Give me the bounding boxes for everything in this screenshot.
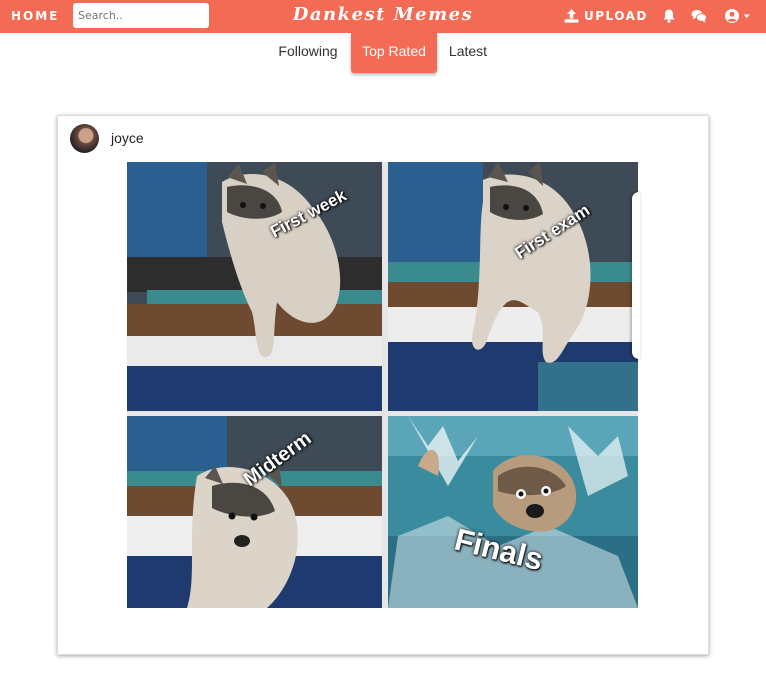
caret-down-icon	[743, 14, 750, 18]
home-link[interactable]: HOME	[11, 9, 59, 23]
tab-following[interactable]: Following	[272, 33, 344, 73]
user-menu[interactable]	[724, 8, 752, 24]
chat-icon[interactable]	[691, 8, 707, 24]
meme-panel-first-week: First week	[127, 162, 382, 411]
meme-panel-first-exam: First exam	[388, 162, 638, 411]
upload-icon	[564, 9, 579, 23]
side-scroll-handle[interactable]	[632, 192, 640, 359]
search-input[interactable]	[73, 3, 209, 28]
upload-label: UPLOAD	[584, 9, 648, 23]
user-circle-icon	[725, 9, 739, 23]
meme-image[interactable]: First week First exam Midterm Finals	[127, 162, 638, 608]
meme-panel-finals: Finals	[388, 416, 638, 608]
upload-button[interactable]: UPLOAD	[564, 7, 648, 25]
navbar: HOME Dankest Memes UPLOAD	[0, 0, 766, 33]
bell-icon[interactable]	[661, 8, 677, 24]
tab-top-rated[interactable]: Top Rated	[351, 33, 437, 73]
post-username[interactable]: joyce	[111, 130, 144, 146]
tab-latest[interactable]: Latest	[443, 33, 493, 73]
feed-tabs: Following Top Rated Latest	[0, 33, 766, 73]
avatar[interactable]	[70, 124, 99, 153]
meme-panel-midterm: Midterm	[127, 416, 382, 608]
